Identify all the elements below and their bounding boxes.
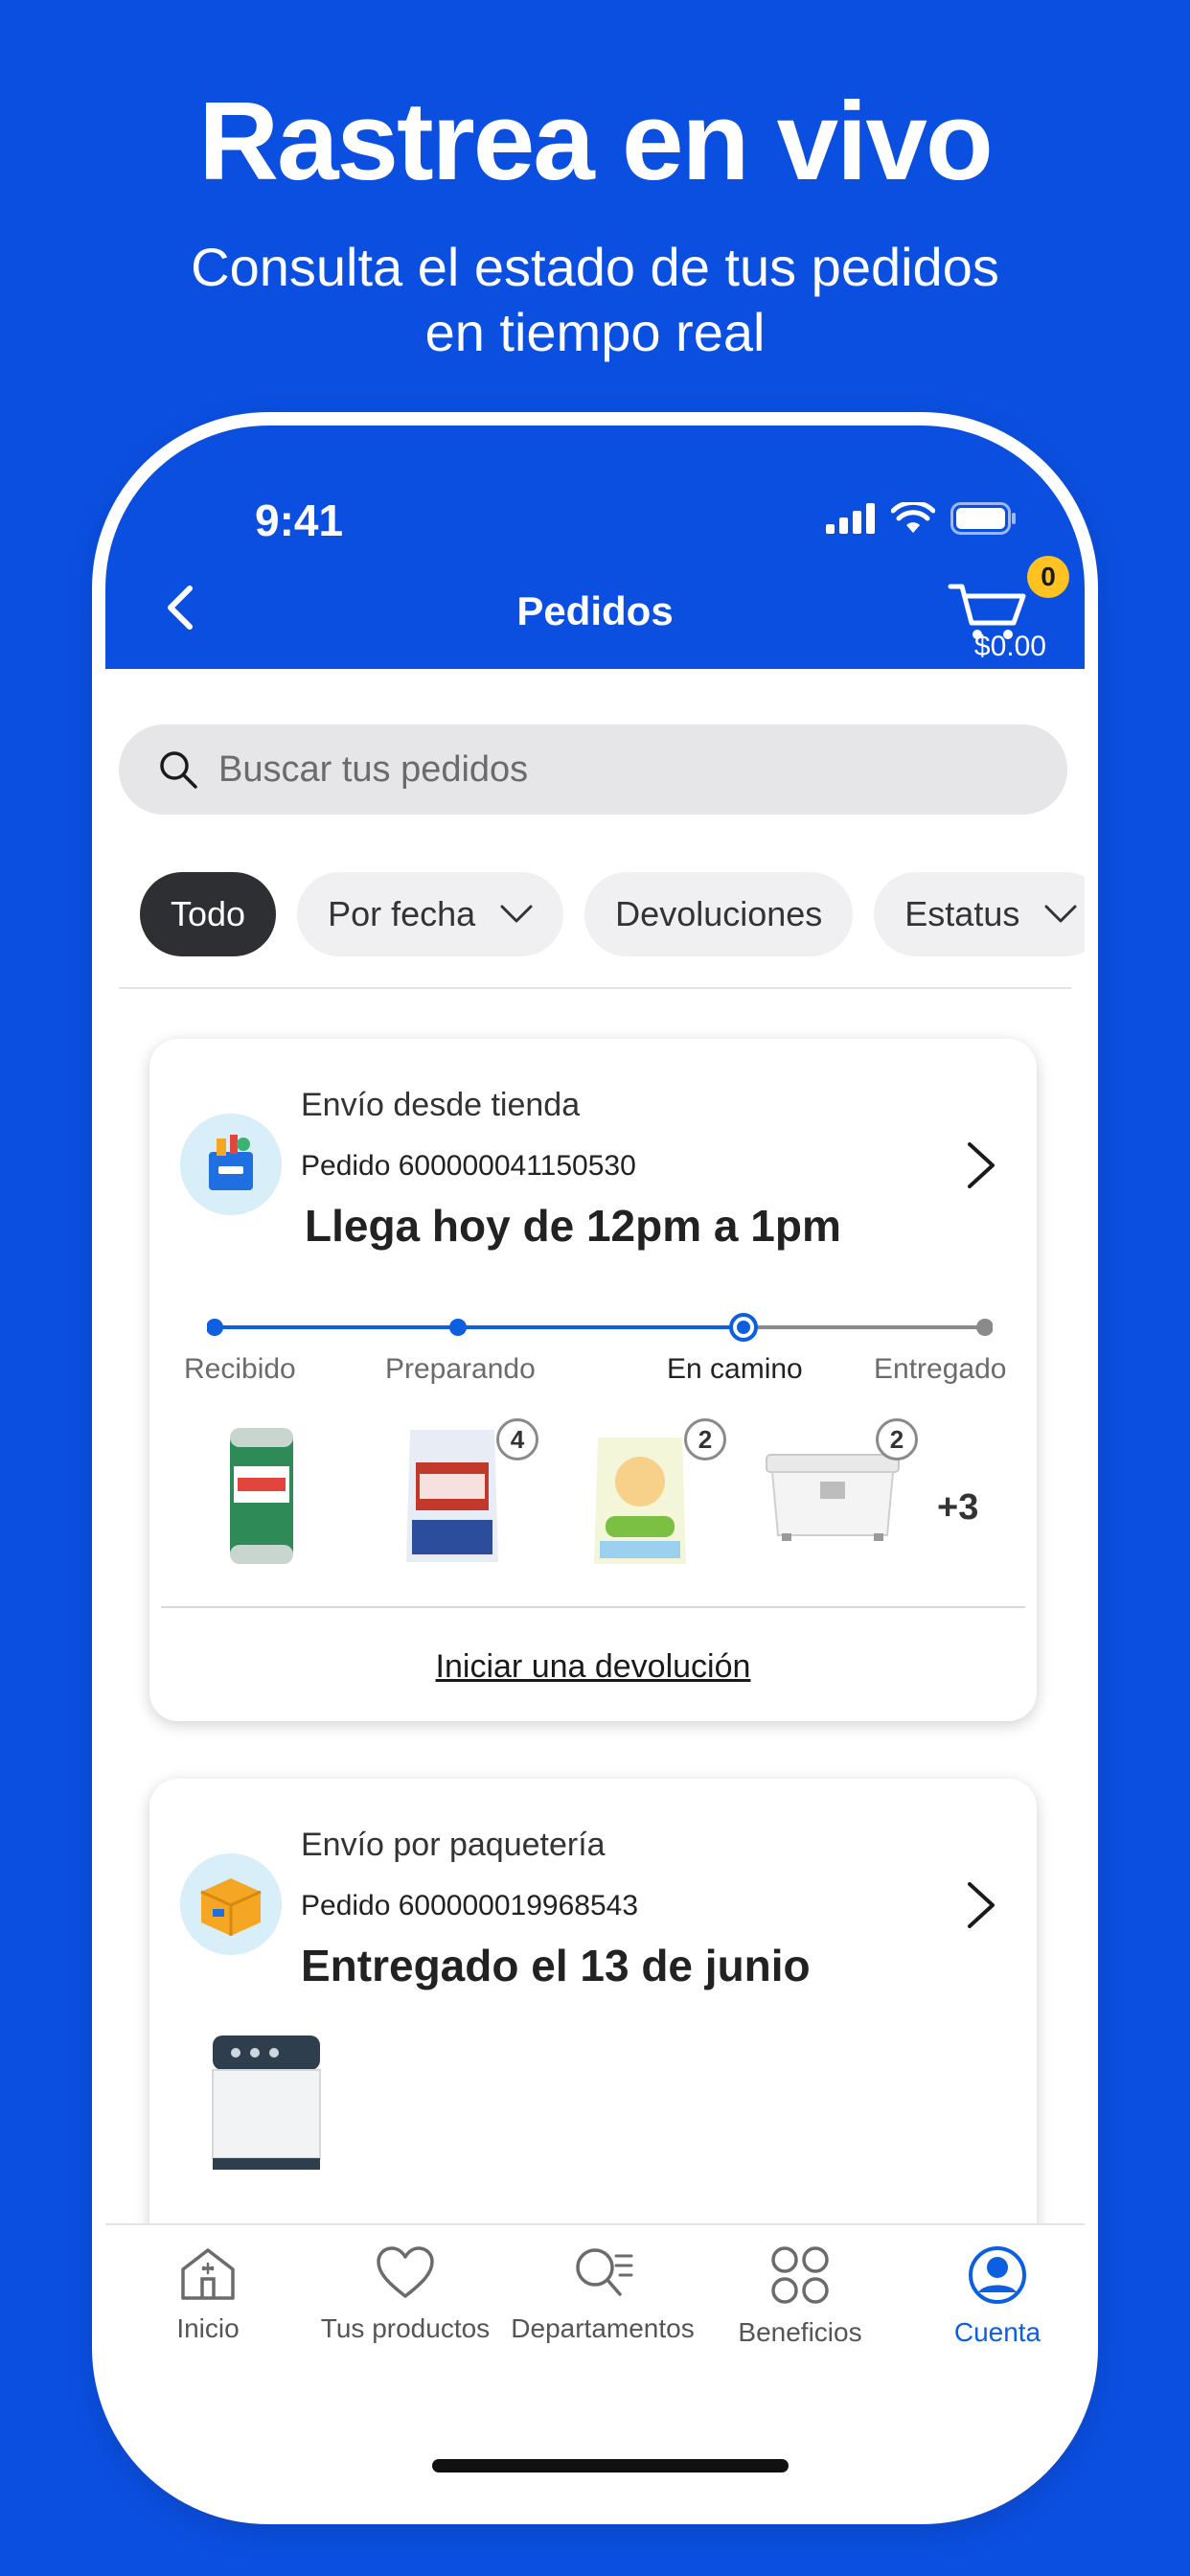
order-card[interactable]: Envío desde tienda Pedido 60000004115053…	[149, 1039, 1037, 1721]
signal-icon	[826, 503, 875, 534]
product-wipes-image	[230, 1428, 293, 1564]
tab-inicio[interactable]: Inicio	[112, 2244, 304, 2344]
battery-icon	[950, 502, 1016, 535]
search-bar[interactable]	[119, 724, 1067, 815]
filter-chips: Todo Por fecha Devoluciones Estatus	[140, 872, 1085, 956]
order-eta: Entregado el 13 de junio	[301, 1941, 811, 1990]
filter-chip-label: Estatus	[904, 894, 1020, 933]
progress-step-current-dot	[737, 1321, 750, 1334]
product-detergent-carisma-image	[594, 1438, 686, 1564]
tab-label: Cuenta	[953, 2317, 1041, 2347]
tab-label: Tus productos	[320, 2313, 491, 2343]
filters-divider	[119, 987, 1071, 989]
account-icon	[969, 2246, 1026, 2304]
tracking-progress	[207, 1313, 993, 1342]
tab-label: Inicio	[176, 2313, 240, 2343]
search-input[interactable]	[218, 748, 1004, 791]
step-label: Entregado	[874, 1353, 1007, 1385]
quantity-badge: 2	[684, 1418, 726, 1460]
app-bar: 9:41 Pedidos 0 $0.00	[105, 426, 1085, 669]
tab-cuenta[interactable]: Cuenta	[902, 2244, 1085, 2348]
departments-icon	[576, 2248, 633, 2296]
home-icon	[181, 2248, 235, 2300]
benefits-icon	[771, 2246, 829, 2304]
status-icons	[826, 502, 1018, 535]
chevron-right-icon[interactable]	[964, 1880, 998, 1930]
step-label: Preparando	[385, 1353, 536, 1385]
home-indicator[interactable]	[432, 2459, 789, 2472]
store-bag-icon	[180, 1114, 282, 1215]
product-storage-box-image	[766, 1454, 900, 1541]
progress-step-dot	[449, 1319, 467, 1336]
tracking-step-labels: Recibido Preparando En camino Entregado	[149, 1353, 1037, 1392]
wifi-icon	[891, 502, 935, 533]
package-icon	[180, 1853, 282, 1955]
step-label: Recibido	[184, 1353, 296, 1385]
shipping-type: Envío por paquetería	[301, 1827, 606, 1863]
quantity-badge: 4	[496, 1418, 538, 1460]
cart-count-badge: 0	[1027, 556, 1069, 598]
shipping-type: Envío desde tienda	[301, 1087, 581, 1123]
promo-subline: Consulta el estado de tus pedidos en tie…	[0, 235, 1190, 365]
product-washing-machine-image	[212, 2036, 321, 2170]
tab-bar: Inicio Tus productos Departamentos Benef…	[105, 2223, 1085, 2511]
filter-chip-label: Por fecha	[328, 894, 476, 933]
progress-step-dot	[207, 1319, 223, 1336]
chevron-down-icon	[1044, 905, 1077, 923]
chevron-right-icon[interactable]	[964, 1140, 998, 1190]
filter-chip-todo[interactable]: Todo	[140, 872, 277, 956]
tab-departamentos[interactable]: Departamentos	[507, 2244, 698, 2344]
order-number: Pedido 600000019968543	[301, 1890, 639, 1921]
progress-step-dot	[976, 1319, 993, 1336]
status-time: 9:41	[255, 495, 344, 545]
start-return-link[interactable]: Iniciar una devolución	[149, 1648, 1037, 1686]
promo-headline: Rastrea en vivo	[198, 79, 994, 203]
filter-chip-label: Devoluciones	[615, 894, 823, 933]
product-detergent-roma-image	[406, 1430, 498, 1562]
filter-chip-devoluciones[interactable]: Devoluciones	[584, 872, 854, 956]
order-eta: Llega hoy de 12pm a 1pm	[305, 1201, 841, 1251]
step-label-current: En camino	[667, 1353, 803, 1385]
promo-subline-line-1: Consulta el estado de tus pedidos	[191, 237, 999, 297]
promo-subline-line-2: en tiempo real	[424, 302, 766, 362]
heart-icon	[377, 2246, 434, 2298]
filter-chip-label: Todo	[171, 894, 246, 933]
tab-tus-productos[interactable]: Tus productos	[309, 2244, 501, 2344]
card-divider	[161, 1606, 1025, 1608]
quantity-badge: 2	[876, 1418, 918, 1460]
search-icon	[160, 751, 197, 789]
order-number: Pedido 600000041150530	[301, 1150, 636, 1182]
filter-chip-estatus[interactable]: Estatus	[874, 872, 1085, 956]
tab-label: Beneficios	[738, 2317, 862, 2347]
tab-beneficios[interactable]: Beneficios	[704, 2244, 896, 2348]
filter-chip-por-fecha[interactable]: Por fecha	[297, 872, 564, 956]
phone-frame: 9:41 Pedidos 0 $0.00 Buscar tus pedidos …	[105, 426, 1085, 2511]
tab-label: Departamentos	[511, 2313, 695, 2343]
chevron-down-icon	[500, 905, 533, 923]
more-items-count: +3	[937, 1487, 979, 1528]
cart-total: $0.00	[973, 631, 1046, 662]
